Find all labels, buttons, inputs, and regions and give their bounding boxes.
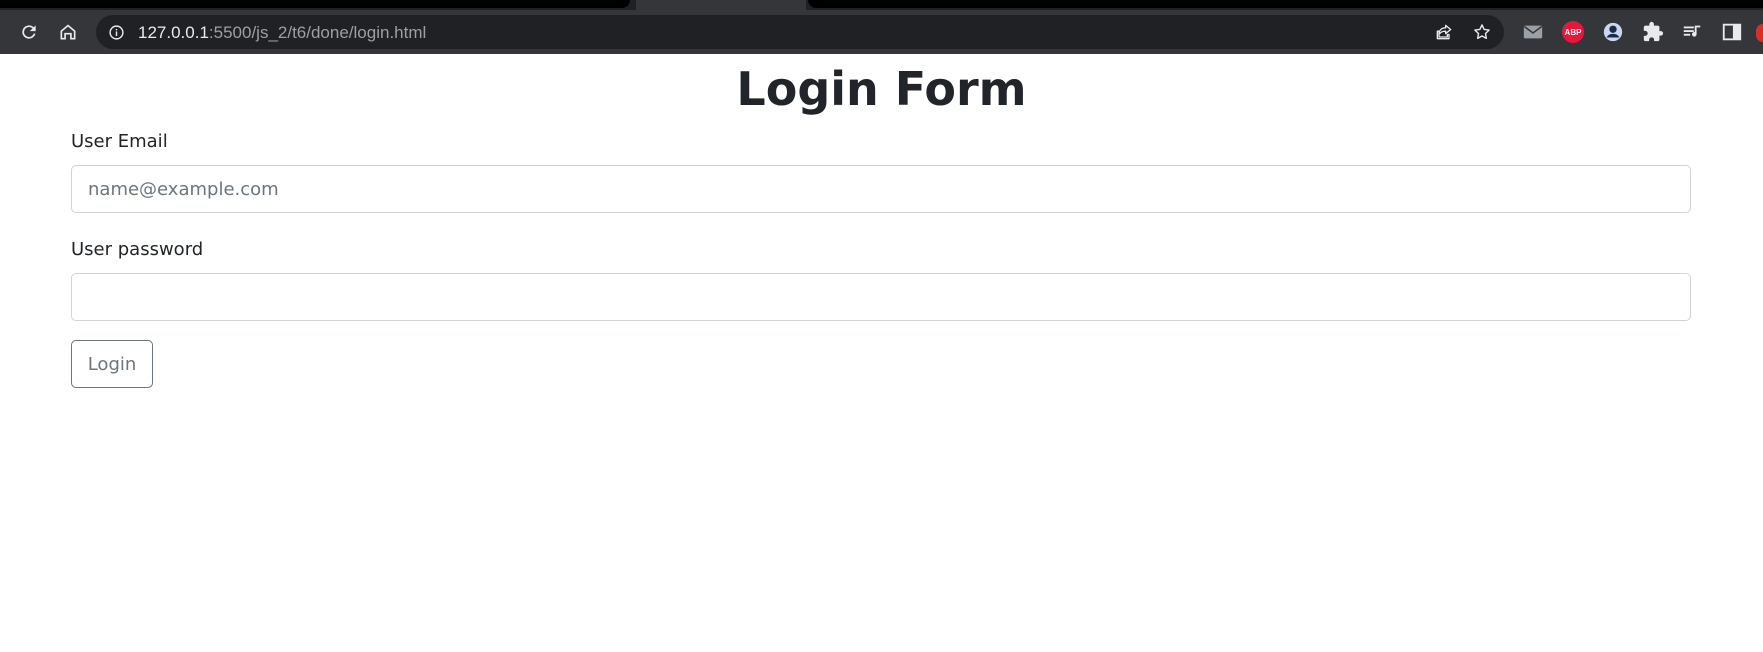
address-bar[interactable]: 127.0.0.1:5500/js_2/t6/done/login.html bbox=[96, 15, 1504, 49]
share-icon[interactable] bbox=[1432, 20, 1456, 44]
reload-icon[interactable] bbox=[15, 18, 43, 46]
email-field[interactable] bbox=[71, 165, 1691, 213]
media-queue-icon[interactable] bbox=[1679, 19, 1705, 45]
side-panel-icon[interactable] bbox=[1719, 19, 1745, 45]
tab-strip bbox=[0, 0, 1763, 10]
adblock-icon[interactable]: ABP bbox=[1560, 19, 1586, 45]
profile-icon[interactable] bbox=[1600, 19, 1626, 45]
login-button[interactable]: Login bbox=[71, 340, 153, 388]
info-icon[interactable] bbox=[106, 22, 126, 42]
home-icon[interactable] bbox=[54, 18, 82, 46]
tab-inactive-right[interactable] bbox=[808, 0, 1763, 8]
url-host: 127.0.0.1 bbox=[138, 23, 209, 42]
url-text[interactable]: 127.0.0.1:5500/js_2/t6/done/login.html bbox=[138, 23, 426, 42]
browser-toolbar: 127.0.0.1:5500/js_2/t6/done/login.html A… bbox=[0, 10, 1763, 54]
profile-avatar-edge[interactable] bbox=[1756, 24, 1763, 42]
mail-icon[interactable] bbox=[1520, 19, 1546, 45]
adblock-badge: ABP bbox=[1562, 21, 1584, 43]
email-label: User Email bbox=[71, 131, 168, 152]
password-label: User password bbox=[71, 239, 204, 260]
tab-inactive-left[interactable] bbox=[0, 0, 630, 8]
password-field[interactable] bbox=[71, 273, 1691, 321]
url-path: :5500/js_2/t6/done/login.html bbox=[208, 23, 427, 42]
page-content: Login Form User Email User password Logi… bbox=[0, 54, 1763, 652]
page-title: Login Form bbox=[736, 62, 1027, 116]
star-icon[interactable] bbox=[1470, 20, 1494, 44]
tab-active[interactable] bbox=[636, 0, 806, 10]
puzzle-icon[interactable] bbox=[1640, 19, 1666, 45]
